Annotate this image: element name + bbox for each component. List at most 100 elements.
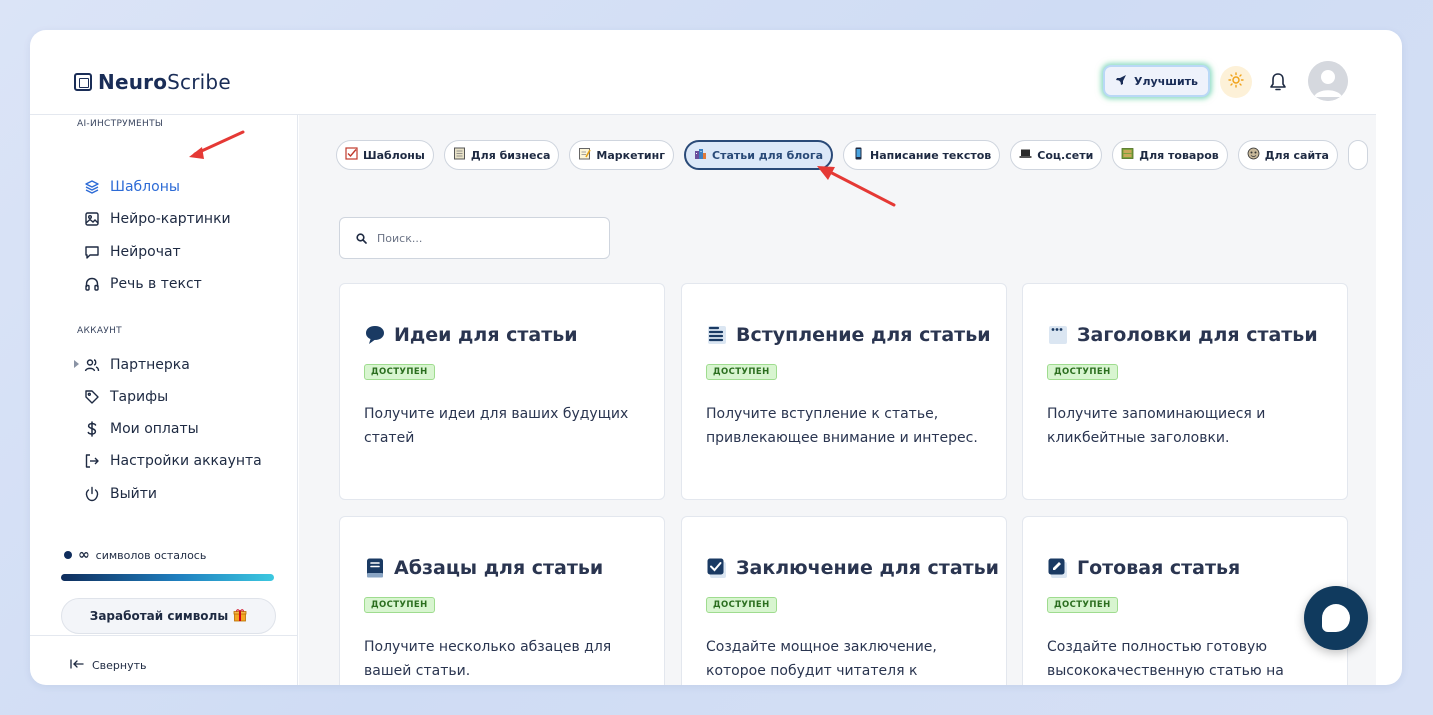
tab-marketing[interactable]: Маркетинг — [569, 140, 674, 170]
sidebar-item-logout[interactable]: Выйти — [84, 483, 157, 505]
sidebar-item-label: Речь в текст — [110, 276, 202, 292]
status-badge: ДОСТУПЕН — [706, 364, 777, 380]
collapse-sidebar-button[interactable]: Свернуть — [70, 659, 147, 672]
status-badge: ДОСТУПЕН — [1047, 364, 1118, 380]
credits-label: символов осталось — [95, 548, 207, 562]
tab-label: Статьи для блога — [712, 148, 824, 162]
rocket-icon — [1115, 74, 1127, 89]
status-badge: ДОСТУПЕН — [364, 364, 435, 380]
upgrade-button[interactable]: Улучшить — [1103, 65, 1210, 97]
card-description: Создайте мощное заключение, которое побу… — [706, 639, 937, 679]
tab-business[interactable]: Для бизнеса — [443, 140, 560, 170]
search-input[interactable] — [377, 231, 597, 245]
tab-label: Написание текстов — [870, 148, 992, 162]
card-title: Готовая статья — [1047, 557, 1240, 579]
card-title: Заголовки для статьи — [1047, 324, 1318, 346]
expand-caret-icon[interactable] — [74, 360, 79, 368]
ledger-icon — [453, 147, 466, 163]
template-card[interactable]: Абзацы для статьи ДОСТУПЕН Получите неск… — [339, 516, 665, 685]
tab-label: Для товаров — [1139, 148, 1219, 162]
users-icon — [84, 357, 100, 373]
sidebar-item-partners[interactable]: Партнерка — [74, 354, 190, 376]
tab-blog-articles[interactable]: Статьи для блога — [684, 140, 834, 170]
sidebar-item-label: Выйти — [110, 486, 158, 502]
logo[interactable]: NeuroScribe — [74, 70, 231, 94]
chat-icon — [84, 244, 100, 260]
status-dot — [64, 551, 72, 559]
phone-icon — [852, 147, 865, 163]
card-description: Получите идеи для ваших будущих статей — [364, 406, 629, 446]
sidebar-item-label: Шаблоны — [110, 179, 180, 195]
sidebar-item-speech-to-text[interactable]: Речь в текст — [84, 273, 202, 295]
tab-label: Для бизнеса — [470, 148, 551, 162]
sidebar-item-label: Настройки аккаунта — [110, 453, 262, 469]
sidebar-item-label: Нейрочат — [110, 244, 181, 260]
window-icon — [1047, 324, 1069, 346]
logo-icon — [74, 73, 92, 91]
bell-icon[interactable] — [1268, 71, 1288, 93]
credits-remaining: ∞ символов осталось — [64, 547, 206, 563]
sidebar-item-label: Нейро-картинки — [110, 211, 231, 227]
collapse-arrow-icon — [70, 659, 84, 672]
tab-products[interactable]: Для товаров — [1112, 140, 1228, 170]
tag-icon — [84, 389, 100, 405]
login-icon — [84, 453, 100, 469]
card-description: Создайте полностью готовую высококачеств… — [1047, 639, 1284, 679]
cabinet-icon — [1121, 147, 1134, 163]
chat-widget-button[interactable] — [1304, 586, 1368, 650]
sidebar-item-payments[interactable]: Мои оплаты — [84, 418, 199, 440]
upgrade-label: Улучшить — [1134, 74, 1198, 88]
image-icon — [84, 211, 100, 227]
tab-label: Шаблоны — [363, 148, 425, 162]
checkbox-icon — [345, 147, 358, 163]
speech-bubble-icon — [364, 324, 386, 346]
search-icon — [356, 229, 367, 248]
earn-label: Заработай символы — [89, 609, 229, 623]
search-box[interactable] — [339, 217, 610, 259]
collapse-label: Свернуть — [92, 659, 147, 672]
tab-more[interactable] — [1347, 140, 1368, 170]
tab-templates[interactable]: Шаблоны — [336, 140, 434, 170]
sidebar-item-label: Партнерка — [110, 357, 190, 373]
edit-icon — [1047, 557, 1069, 579]
status-badge: ДОСТУПЕН — [364, 597, 435, 613]
avatar[interactable] — [1308, 61, 1348, 101]
tab-website[interactable]: Для сайта — [1237, 140, 1338, 170]
sidebar-item-label: Тарифы — [110, 389, 169, 405]
sidebar-item-templates[interactable]: Шаблоны — [84, 176, 180, 198]
section-label-account: АККАУНТ — [77, 326, 122, 336]
theme-toggle-button[interactable] — [1220, 66, 1252, 98]
sidebar-item-tariffs[interactable]: Тарифы — [84, 386, 168, 408]
category-tabs: Шаблоны Для бизнеса Маркетинг Статьи для… — [336, 140, 1368, 170]
credits-value: ∞ — [78, 547, 90, 563]
template-card[interactable]: Идеи для статьи ДОСТУПЕН Получите идеи д… — [339, 283, 665, 500]
earn-symbols-button[interactable]: Заработай символы — [61, 598, 276, 634]
book-icon — [364, 557, 386, 579]
card-description: Получите запоминающиеся и кликбейтные за… — [1047, 406, 1266, 446]
template-card[interactable]: Вступление для статьи ДОСТУПЕН Получите … — [681, 283, 1007, 500]
main-content: Шаблоны Для бизнеса Маркетинг Статьи для… — [299, 115, 1376, 685]
tab-label: Для сайта — [1264, 148, 1329, 162]
top-bar: NeuroScribe Улучшить — [30, 30, 1376, 115]
mask-icon — [1247, 147, 1260, 163]
sidebar: AI-ИНСТРУМЕНТЫ Шаблоны Нейро-картинки Не… — [30, 115, 298, 685]
dollar-icon — [84, 421, 100, 437]
template-card[interactable]: Заголовки для статьи ДОСТУПЕН Получите з… — [1022, 283, 1348, 500]
power-icon — [84, 486, 100, 502]
sidebar-item-account-settings[interactable]: Настройки аккаунта — [84, 450, 262, 472]
card-title: Абзацы для статьи — [364, 557, 603, 579]
headphones-icon — [84, 276, 100, 292]
section-label-tools: AI-ИНСТРУМЕНТЫ — [77, 119, 164, 129]
card-description: Получите несколько абзацев для вашей ста… — [364, 639, 612, 679]
template-card[interactable]: Заключение для статьи ДОСТУПЕН Создайте … — [681, 516, 1007, 685]
sidebar-item-neuro-images[interactable]: Нейро-картинки — [84, 208, 231, 230]
card-description: Получите вступление к статье, привлекающ… — [706, 406, 978, 446]
sidebar-item-neurochat[interactable]: Нейрочат — [84, 241, 181, 263]
template-card[interactable]: Готовая статья ДОСТУПЕН Создайте полност… — [1022, 516, 1348, 685]
tab-social[interactable]: Соц.сети — [1010, 140, 1103, 170]
tab-label: Маркетинг — [596, 148, 665, 162]
app-window: NeuroScribe Улучшить AI-ИНСТРУМЕНТЫ Шабл… — [30, 30, 1402, 685]
tab-copywriting[interactable]: Написание текстов — [843, 140, 1001, 170]
checkbox-icon — [706, 557, 728, 579]
card-title: Идеи для статьи — [364, 324, 578, 346]
